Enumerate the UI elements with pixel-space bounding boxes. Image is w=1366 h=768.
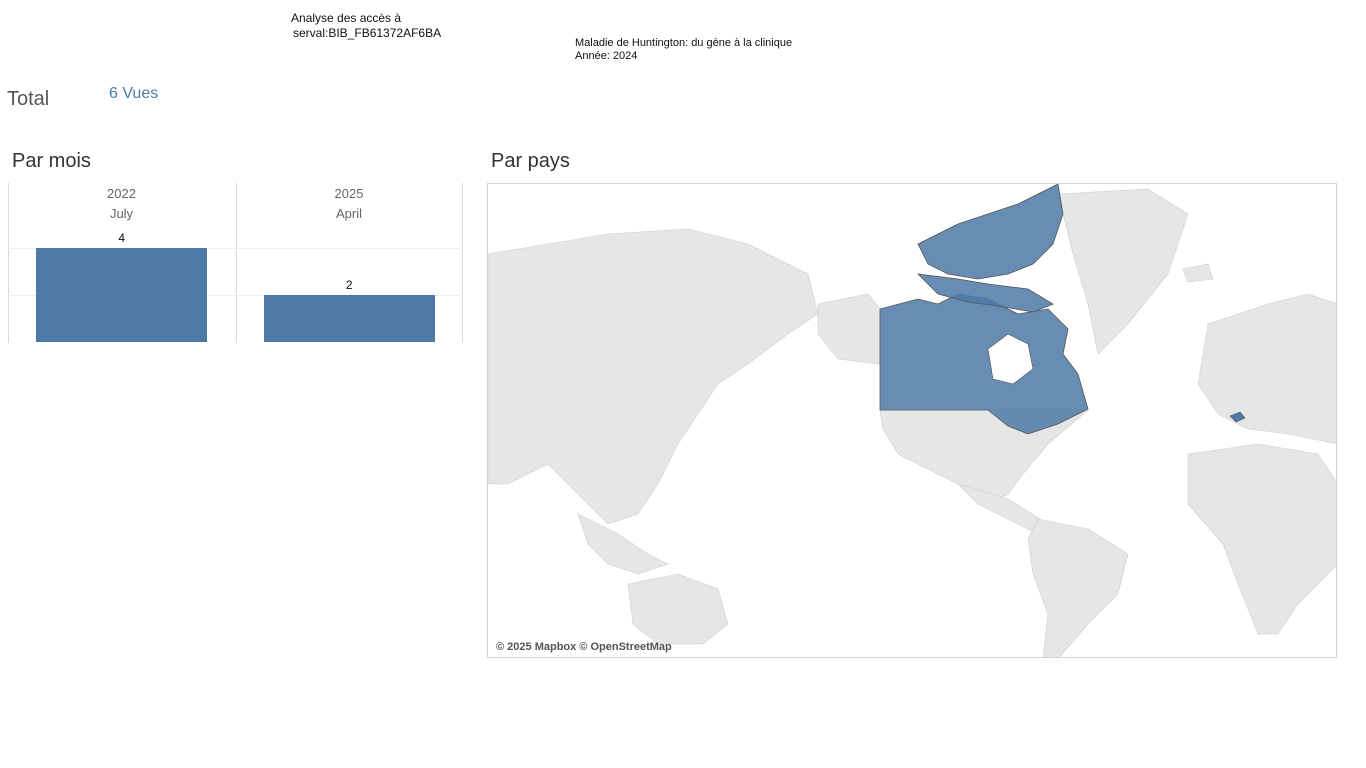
year-label: 2025: [334, 186, 364, 201]
land-africa: [1187, 443, 1336, 635]
section-title-by-month: Par mois: [12, 150, 91, 172]
month-label: April: [335, 206, 362, 221]
land-asia: [488, 228, 819, 525]
map-attribution[interactable]: © 2025 Mapbox © OpenStreetMap: [496, 641, 672, 653]
report-title-line1: Analyse des accès à: [291, 11, 402, 25]
document-info: Maladie de Huntington: du gène à la clin…: [575, 37, 792, 63]
canada-arctic-islands: [917, 184, 1064, 280]
land-iceland: [1182, 263, 1214, 283]
land-se-asia: [577, 513, 669, 575]
year-label: 2022: [107, 186, 136, 201]
land-greenland: [1057, 188, 1189, 355]
land-europe: [1197, 293, 1336, 444]
total-views-value: 6 Vues: [109, 85, 159, 102]
bar[interactable]: [36, 248, 208, 342]
land-alaska: [817, 293, 881, 365]
country-map[interactable]: © 2025 Mapbox © OpenStreetMap: [487, 183, 1337, 658]
world-map-svg: [488, 184, 1336, 657]
land-australia: [627, 573, 729, 645]
document-year: Année: 2024: [575, 50, 638, 62]
total-label: Total: [7, 88, 50, 110]
monthly-views-chart[interactable]: 2022 July 4 2025 April 2: [8, 183, 463, 343]
bar-value-label: 4: [118, 231, 126, 245]
month-label: July: [109, 206, 134, 221]
land-south-america: [1027, 518, 1129, 657]
bar-value-label: 2: [345, 278, 353, 292]
report-title: Analyse des accès à serval:BIB_FB61372AF…: [291, 11, 441, 41]
report-title-line2: serval:BIB_FB61372AF6BA: [293, 26, 442, 40]
document-name: Maladie de Huntington: du gène à la clin…: [575, 37, 793, 49]
section-title-by-country: Par pays: [491, 150, 570, 172]
bar[interactable]: [263, 295, 435, 342]
